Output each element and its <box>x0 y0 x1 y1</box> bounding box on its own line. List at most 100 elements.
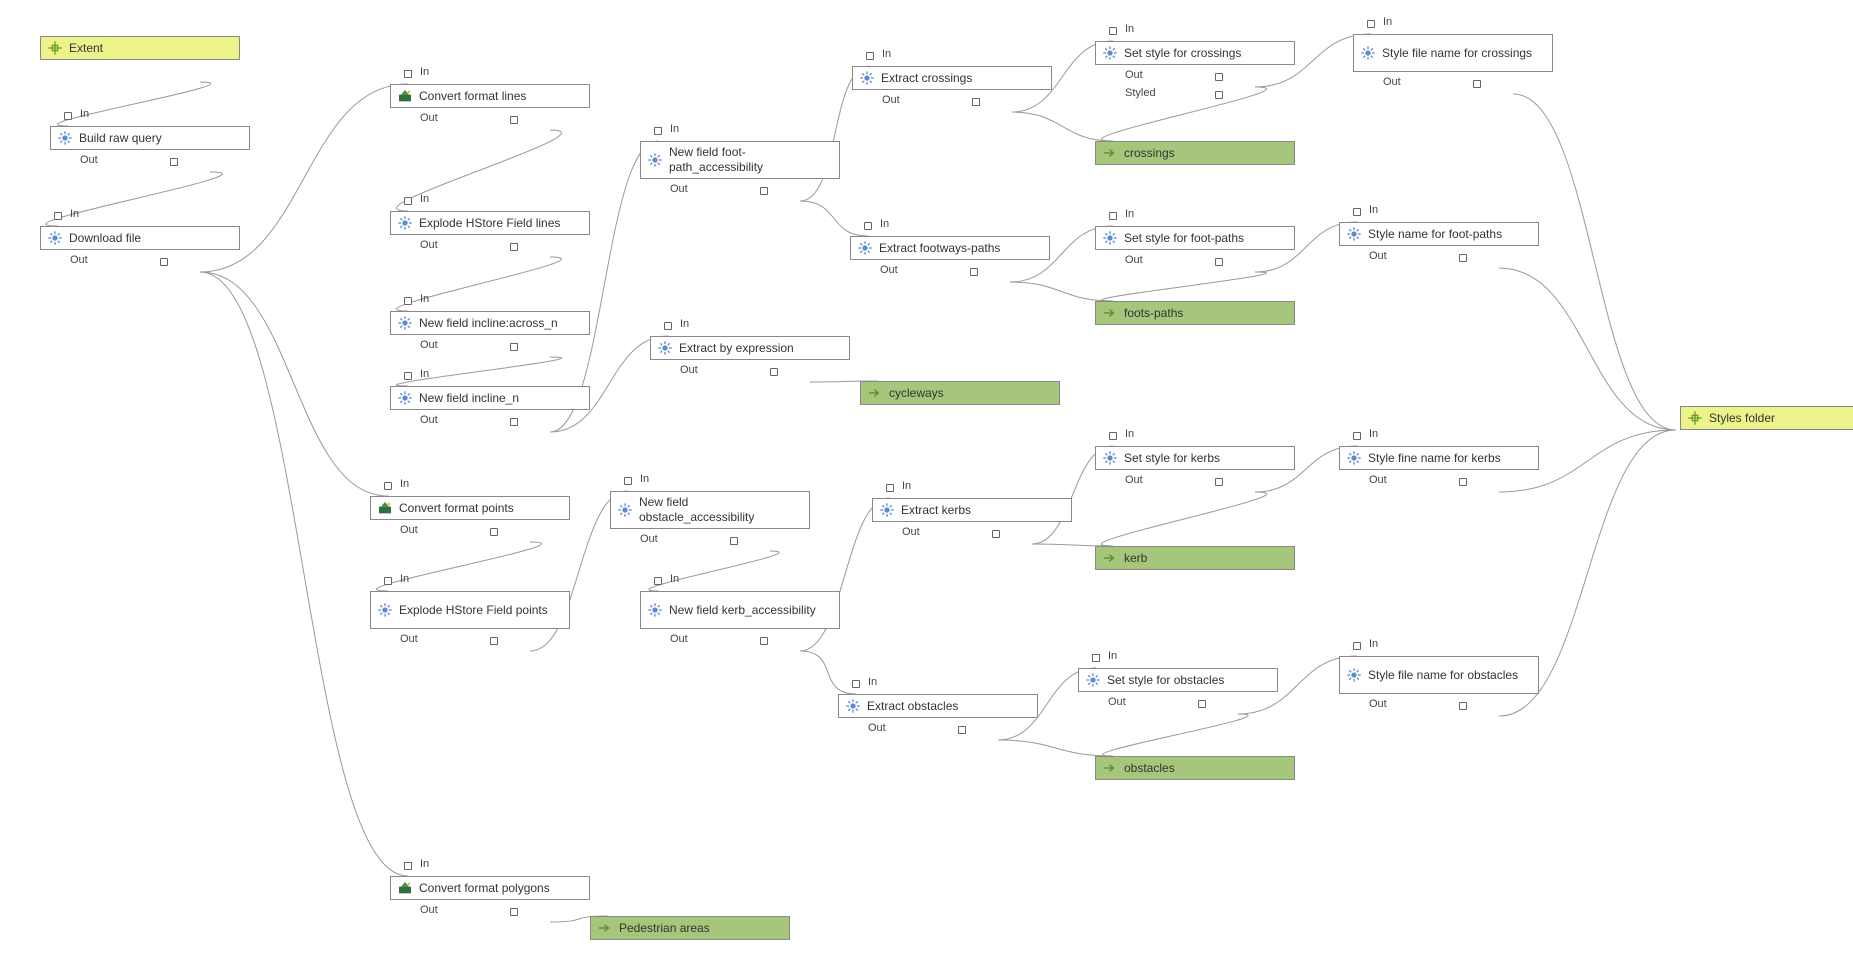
port-in-dot[interactable] <box>1109 212 1117 220</box>
port-in-dot[interactable] <box>1353 208 1361 216</box>
port-out-dot[interactable] <box>510 116 518 124</box>
node-box[interactable]: Extract by expression <box>650 336 850 360</box>
node-box[interactable]: Explode HStore Field lines <box>390 211 590 235</box>
port-in-dot[interactable] <box>654 577 662 585</box>
port-in-dot[interactable] <box>852 680 860 688</box>
port-in-dot[interactable] <box>404 197 412 205</box>
node-stfncross[interactable]: In Style file name for crossings Out <box>1353 34 1553 72</box>
port-in-dot[interactable] <box>654 127 662 135</box>
port-in-dot[interactable] <box>54 212 62 220</box>
node-box[interactable]: Extract footways-paths <box>850 236 1050 260</box>
port-in-dot[interactable] <box>1353 432 1361 440</box>
node-box[interactable]: Style file name for crossings <box>1353 34 1553 72</box>
port-out-dot[interactable] <box>170 158 178 166</box>
node-stylesfolder[interactable]: Styles folder <box>1680 406 1853 430</box>
port-out-dot[interactable] <box>958 726 966 734</box>
port-out-dot[interactable] <box>490 637 498 645</box>
node-box[interactable]: New field incline_n <box>390 386 590 410</box>
node-explines[interactable]: In Explode HStore Field lines Out <box>390 211 590 235</box>
node-outfoot[interactable]: foots-paths <box>1095 301 1295 325</box>
port-in-dot[interactable] <box>1353 642 1361 650</box>
port-out-dot[interactable] <box>1215 478 1223 486</box>
node-fldfoot[interactable]: In New field foot-path_accessibility Out <box>640 141 840 179</box>
node-outped[interactable]: Pedestrian areas <box>590 916 790 940</box>
port-in-dot[interactable] <box>1092 654 1100 662</box>
node-box[interactable]: Extent <box>40 36 240 60</box>
node-box[interactable]: Extract obstacles <box>838 694 1038 718</box>
node-convlines[interactable]: In Convert format lines Out <box>390 84 590 108</box>
port-out-dot[interactable] <box>970 268 978 276</box>
port-in-dot[interactable] <box>624 477 632 485</box>
node-box[interactable]: New field foot-path_accessibility <box>640 141 840 179</box>
node-box[interactable]: Download file <box>40 226 240 250</box>
node-stfnkerb[interactable]: In Style fine name for kerbs Out <box>1339 446 1539 470</box>
node-box[interactable]: New field obstacle_accessibility <box>610 491 810 529</box>
node-box[interactable]: Set style for crossings <box>1095 41 1295 65</box>
port-out-dot[interactable] <box>760 637 768 645</box>
node-fldkerb[interactable]: In New field kerb_accessibility Out <box>640 591 840 629</box>
node-fldobs[interactable]: In New field obstacle_accessibility Out <box>610 491 810 529</box>
node-exppts[interactable]: In Explode HStore Field points Out <box>370 591 570 629</box>
port-out-dot[interactable] <box>1215 73 1223 81</box>
port-in-dot[interactable] <box>404 70 412 78</box>
port-out-dot[interactable] <box>992 530 1000 538</box>
node-box[interactable]: Extract crossings <box>852 66 1052 90</box>
node-outobs[interactable]: obstacles <box>1095 756 1295 780</box>
port-in-dot[interactable] <box>664 322 672 330</box>
node-download[interactable]: In Download file Out <box>40 226 240 250</box>
node-box[interactable]: foots-paths <box>1095 301 1295 325</box>
node-box[interactable]: Convert format lines <box>390 84 590 108</box>
node-stfnfoot[interactable]: In Style name for foot-paths Out <box>1339 222 1539 246</box>
port-out-dot[interactable] <box>770 368 778 376</box>
port-out-dot[interactable] <box>510 243 518 251</box>
node-box[interactable]: Style name for foot-paths <box>1339 222 1539 246</box>
node-box[interactable]: Explode HStore Field points <box>370 591 570 629</box>
port-out-dot[interactable] <box>510 343 518 351</box>
node-box[interactable]: Set style for obstacles <box>1078 668 1278 692</box>
port-in-dot[interactable] <box>384 482 392 490</box>
node-outcycle[interactable]: cycleways <box>860 381 1060 405</box>
port-out-dot[interactable] <box>1459 478 1467 486</box>
node-box[interactable]: crossings <box>1095 141 1295 165</box>
node-box[interactable]: Style fine name for kerbs <box>1339 446 1539 470</box>
node-box[interactable]: New field incline:across_n <box>390 311 590 335</box>
node-box[interactable]: Styles folder <box>1680 406 1853 430</box>
node-fldacross[interactable]: In New field incline:across_n Out <box>390 311 590 335</box>
node-box[interactable]: Convert format points <box>370 496 570 520</box>
node-fldincline[interactable]: In New field incline_n Out <box>390 386 590 410</box>
node-extkerbs[interactable]: In Extract kerbs Out <box>872 498 1072 522</box>
node-styobs[interactable]: In Set style for obstacles Out <box>1078 668 1278 692</box>
port-in-dot[interactable] <box>384 577 392 585</box>
port-out-dot[interactable] <box>510 908 518 916</box>
node-stycross[interactable]: In Set style for crossings OutStyled <box>1095 41 1295 65</box>
node-extent[interactable]: Extent <box>40 36 240 60</box>
node-box[interactable]: Convert format polygons <box>390 876 590 900</box>
port-out-dot[interactable] <box>1459 702 1467 710</box>
port-styled-dot[interactable] <box>1215 91 1223 99</box>
port-out-dot[interactable] <box>760 187 768 195</box>
port-out-dot[interactable] <box>510 418 518 426</box>
port-out-dot[interactable] <box>1473 80 1481 88</box>
port-in-dot[interactable] <box>886 484 894 492</box>
node-styfoot[interactable]: In Set style for foot-paths Out <box>1095 226 1295 250</box>
port-out-dot[interactable] <box>1459 254 1467 262</box>
node-extcross[interactable]: In Extract crossings Out <box>852 66 1052 90</box>
port-in-dot[interactable] <box>866 52 874 60</box>
node-box[interactable]: New field kerb_accessibility <box>640 591 840 629</box>
node-box[interactable]: Set style for foot-paths <box>1095 226 1295 250</box>
node-extexpr[interactable]: In Extract by expression Out <box>650 336 850 360</box>
node-stykerb[interactable]: In Set style for kerbs Out <box>1095 446 1295 470</box>
node-box[interactable]: Pedestrian areas <box>590 916 790 940</box>
port-out-dot[interactable] <box>1215 258 1223 266</box>
node-box[interactable]: Extract kerbs <box>872 498 1072 522</box>
port-in-dot[interactable] <box>864 222 872 230</box>
node-box[interactable]: cycleways <box>860 381 1060 405</box>
node-convpts[interactable]: In Convert format points Out <box>370 496 570 520</box>
port-in-dot[interactable] <box>1367 20 1375 28</box>
port-in-dot[interactable] <box>404 862 412 870</box>
port-out-dot[interactable] <box>972 98 980 106</box>
port-out-dot[interactable] <box>730 537 738 545</box>
node-outkerb[interactable]: kerb <box>1095 546 1295 570</box>
node-buildraw[interactable]: In Build raw query Out <box>50 126 250 150</box>
port-in-dot[interactable] <box>404 372 412 380</box>
